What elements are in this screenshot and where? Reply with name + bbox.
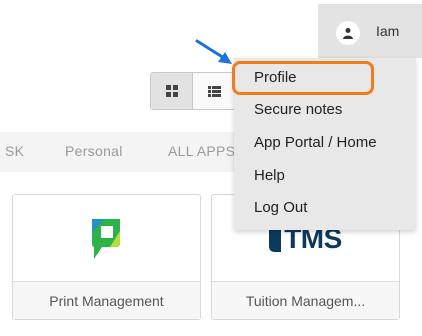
tab-sk[interactable]: SK [5, 143, 24, 159]
grid-view-button[interactable] [151, 73, 194, 109]
list-view-icon [207, 85, 221, 97]
print-management-logo [91, 219, 120, 259]
user-name: Iam [376, 23, 400, 39]
menu-item-secure-notes[interactable]: Secure notes [254, 101, 342, 118]
tab-all-apps[interactable]: ALL APPS [168, 143, 235, 159]
list-view-button[interactable] [193, 73, 235, 109]
view-toggle [150, 72, 236, 110]
user-icon [336, 21, 360, 45]
arrow-icon [195, 39, 232, 64]
app-card-print-management[interactable]: Print Management [12, 194, 201, 320]
app-card-label: Print Management [13, 281, 200, 319]
tab-personal[interactable]: Personal [65, 143, 123, 159]
menu-item-app-portal-home[interactable]: App Portal / Home [254, 134, 377, 151]
grid-view-icon [165, 85, 178, 97]
app-card-label: Tuition Managem... [212, 281, 399, 319]
menu-item-log-out[interactable]: Log Out [254, 199, 307, 216]
profile-highlight [232, 61, 374, 95]
user-menu-toggle[interactable]: Iam [318, 4, 422, 58]
menu-item-help[interactable]: Help [254, 167, 285, 184]
